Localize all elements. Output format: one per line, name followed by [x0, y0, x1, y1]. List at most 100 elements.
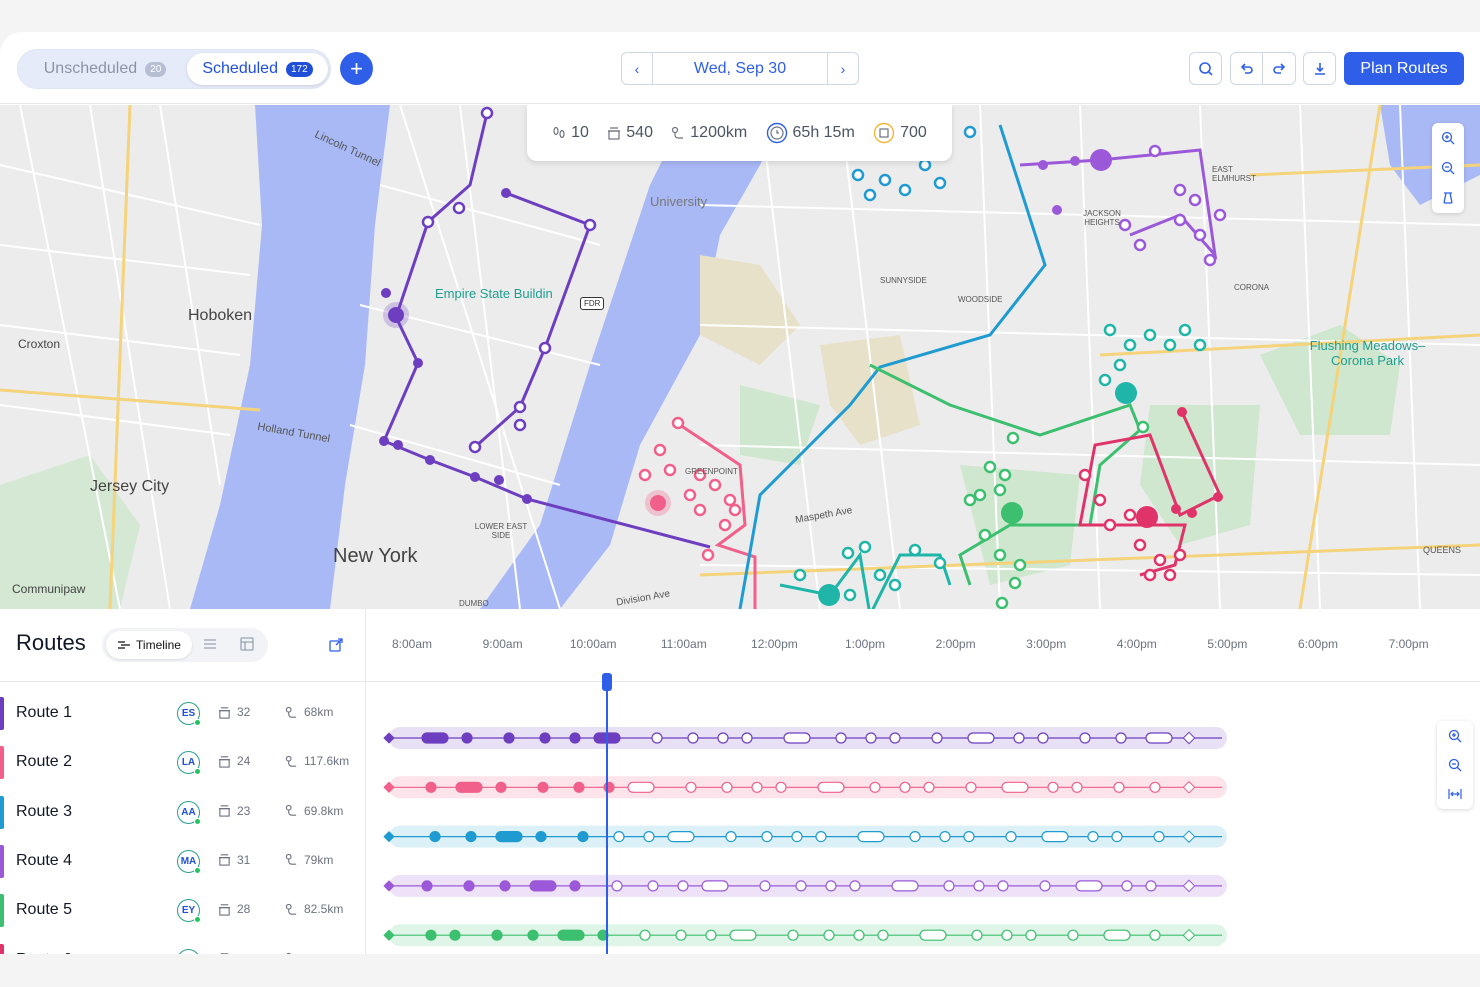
zoom-in-icon[interactable] — [1448, 729, 1462, 743]
timeline-stop[interactable] — [717, 732, 729, 744]
timeline-stop[interactable] — [455, 781, 483, 793]
timeline-stop[interactable] — [611, 880, 623, 892]
timeline-stop[interactable] — [627, 781, 655, 793]
map-view[interactable]: Hoboken Jersey City New York Croxton Com… — [0, 105, 1480, 609]
timeline-stop[interactable] — [495, 831, 523, 843]
timeline-stop[interactable] — [909, 831, 921, 843]
timeline-stop[interactable] — [815, 831, 827, 843]
timeline-stop[interactable] — [931, 732, 943, 744]
routes-timeline[interactable]: 8:00am 9:00am 10:00am 11:00am 12:00pm 1:00pm 2… — [367, 609, 1480, 954]
timeline-stop[interactable] — [569, 880, 581, 892]
timeline-stop[interactable] — [705, 929, 717, 941]
timeline-stop[interactable] — [787, 929, 799, 941]
timeline-stop[interactable] — [1039, 880, 1051, 892]
timeline-stop[interactable] — [741, 732, 753, 744]
timeline-stop[interactable] — [639, 929, 651, 941]
timeline-stop[interactable] — [971, 929, 983, 941]
tab-scheduled[interactable]: Scheduled 172 — [187, 53, 328, 85]
driver-avatar[interactable]: ES — [177, 702, 201, 726]
timeline-stop[interactable] — [751, 781, 763, 793]
undo-button[interactable] — [1231, 53, 1264, 84]
list-view-icon[interactable] — [202, 636, 218, 652]
timeline-stop[interactable] — [573, 781, 585, 793]
timeline-stop[interactable] — [1145, 880, 1157, 892]
timeline-stop[interactable] — [495, 781, 507, 793]
date-label[interactable]: Wed, Sep 30 — [653, 53, 827, 84]
timeline-stop[interactable] — [1001, 781, 1029, 793]
timeline-stop[interactable] — [1067, 929, 1079, 941]
timeline-stop[interactable] — [535, 831, 547, 843]
timeline-stop[interactable] — [1121, 880, 1133, 892]
timeline-stop[interactable] — [1013, 732, 1025, 744]
timeline-stop[interactable] — [1087, 831, 1099, 843]
timeline-stop[interactable] — [557, 929, 585, 941]
timeline-stop[interactable] — [943, 880, 955, 892]
driver-avatar[interactable]: MA — [177, 849, 201, 874]
view-timeline-button[interactable]: Timeline — [106, 631, 192, 659]
driver-avatar[interactable]: AA — [177, 800, 201, 825]
timeline-stop[interactable] — [421, 732, 449, 744]
timeline-stop[interactable] — [647, 880, 659, 892]
timeline-stop[interactable] — [939, 831, 951, 843]
timeline-stop[interactable] — [465, 831, 477, 843]
timeline-stop[interactable] — [463, 880, 475, 892]
timeline-stop[interactable] — [529, 880, 557, 892]
download-button[interactable] — [1303, 52, 1336, 85]
route-row[interactable]: Route 4 MA 31 79km — [0, 837, 366, 886]
timeline-stop[interactable] — [701, 880, 729, 892]
timeline-stop[interactable] — [421, 880, 433, 892]
timeline-stop[interactable] — [425, 781, 437, 793]
zoom-out-icon[interactable] — [1448, 758, 1462, 772]
timeline-stop[interactable] — [865, 732, 877, 744]
timeline-stop[interactable] — [919, 929, 947, 941]
timeline-stop[interactable] — [527, 929, 539, 941]
timeline-stop[interactable] — [795, 880, 807, 892]
timeline-stop[interactable] — [643, 831, 655, 843]
timeline-stop[interactable] — [997, 880, 1009, 892]
timeline-stop[interactable] — [1153, 831, 1165, 843]
timeline-stop[interactable] — [967, 732, 995, 744]
timeline-stop[interactable] — [491, 929, 503, 941]
timeline-stop[interactable] — [759, 880, 771, 892]
timeline-stop[interactable] — [791, 831, 803, 843]
fit-width-icon[interactable] — [1448, 787, 1462, 801]
zoom-in-icon[interactable] — [1441, 131, 1455, 145]
timeline-stop[interactable] — [869, 781, 881, 793]
zoom-out-icon[interactable] — [1441, 161, 1455, 175]
route-row[interactable]: Route 3 AA 23 69.8km — [0, 788, 366, 837]
timeline-stop[interactable] — [425, 929, 437, 941]
timeline-stop[interactable] — [729, 929, 757, 941]
tab-unscheduled[interactable]: Unscheduled 20 — [24, 53, 186, 85]
timeline-stop[interactable] — [899, 781, 911, 793]
timeline-stop[interactable] — [1005, 831, 1017, 843]
timeline-stop[interactable] — [963, 831, 975, 843]
timeline-stop[interactable] — [429, 831, 441, 843]
route-row[interactable]: Route 2 LA 24 117.6km — [0, 738, 366, 787]
timeline-stop[interactable] — [1041, 831, 1069, 843]
timeline-stop[interactable] — [577, 831, 589, 843]
route-row[interactable]: Route 6 HZ 34 93.9km — [0, 936, 366, 954]
timeline-stop[interactable] — [1075, 880, 1103, 892]
timeline-stop[interactable] — [853, 929, 865, 941]
timeline-stop[interactable] — [675, 929, 687, 941]
timeline-stop[interactable] — [857, 831, 885, 843]
timeline-stop[interactable] — [1145, 732, 1173, 744]
timeline-stop[interactable] — [761, 831, 773, 843]
prev-day-button[interactable]: ‹ — [622, 53, 653, 84]
timeline-stop[interactable] — [685, 781, 697, 793]
fit-routes-icon[interactable] — [1441, 191, 1455, 205]
timeline-stop[interactable] — [537, 781, 549, 793]
plan-routes-button[interactable]: Plan Routes — [1344, 52, 1464, 85]
timeline-stop[interactable] — [651, 732, 663, 744]
timeline-stop[interactable] — [923, 781, 935, 793]
timeline-stop[interactable] — [775, 781, 787, 793]
timeline-stop[interactable] — [1103, 929, 1131, 941]
search-button[interactable] — [1189, 52, 1222, 85]
current-time-handle[interactable] — [602, 673, 612, 691]
open-external-icon[interactable] — [328, 637, 344, 653]
timeline-stop[interactable] — [667, 831, 695, 843]
timeline-stop[interactable] — [817, 781, 845, 793]
driver-avatar[interactable]: LA — [177, 751, 201, 776]
timeline-stop[interactable] — [725, 831, 737, 843]
timeline-stop[interactable] — [499, 880, 511, 892]
